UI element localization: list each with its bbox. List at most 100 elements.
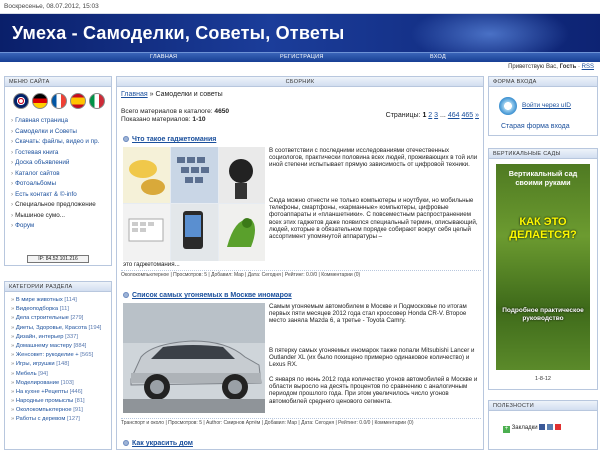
article-link-3[interactable]: Как украсить дом: [132, 440, 193, 447]
menu-item[interactable]: › Есть контакт & ©-info: [11, 191, 111, 202]
menu-item-label[interactable]: Мышиное сумо...: [15, 212, 65, 219]
menu-bullet-icon: ›: [11, 211, 14, 219]
menu-item[interactable]: › Форум: [11, 222, 111, 233]
category-item[interactable]: » Диеты, Здоровье, Красота [194]: [11, 325, 111, 334]
menu-item-label[interactable]: Специальное предложение: [15, 201, 96, 208]
article-text-1b: Сюда можно отнести не только компьютеры …: [269, 197, 478, 241]
category-label[interactable]: На кухне +Рецепты: [16, 389, 68, 395]
category-label[interactable]: Мебель: [16, 371, 37, 377]
vertical-garden-ad-banner[interactable]: Вертикальный сад своими руками КАК ЭТО Д…: [496, 164, 590, 370]
flag-en-icon[interactable]: [13, 93, 29, 109]
menu-item[interactable]: › Гостевая книга: [11, 149, 111, 160]
menu-bullet-icon: ›: [11, 180, 14, 187]
article-link-1[interactable]: Что такое гаджетомания: [132, 136, 216, 143]
category-item[interactable]: » Мебель [94]: [11, 371, 111, 380]
menu-item-label[interactable]: Фотоальбомы: [15, 180, 56, 187]
category-label[interactable]: Дела строительные: [16, 315, 69, 321]
category-label[interactable]: Видеоподборка: [16, 306, 58, 312]
menu-item[interactable]: › Главная страница: [11, 117, 111, 128]
category-item[interactable]: » Околокомпьютерное [91]: [11, 407, 111, 416]
vertical-gardens-title: ВЕРТИКАЛЬНЫЕ САДЫ: [489, 149, 597, 159]
category-label[interactable]: Женсовет: рукоделие +: [16, 352, 79, 358]
nav-home[interactable]: ГЛАВНАЯ: [150, 54, 177, 60]
category-item[interactable]: » Домашнему мастеру [884]: [11, 343, 111, 352]
guest-name: Гость: [559, 64, 577, 70]
nav-register[interactable]: РЕГИСТРАЦИЯ: [280, 54, 324, 60]
category-label[interactable]: В мире животных: [16, 297, 63, 303]
menu-item[interactable]: › Каталог сайтов: [11, 170, 111, 181]
category-item[interactable]: » На кухне +Рецепты [446]: [11, 389, 111, 398]
old-login-link[interactable]: Старая форма входа: [501, 123, 570, 130]
menu-bullet-icon: ›: [11, 138, 14, 145]
article-meta-2: Транспорт и около | Просмотров: 5 | Auth…: [121, 418, 481, 426]
page-1: 1: [422, 112, 427, 119]
category-label[interactable]: Игры, игрушки: [16, 361, 55, 367]
category-label[interactable]: Дизайн, интерьер: [16, 334, 64, 340]
ad-question: КАК ЭТО ДЕЛАЕТСЯ?: [509, 216, 577, 241]
car-image[interactable]: [123, 303, 265, 413]
uid-login-link[interactable]: Войти через uID: [522, 102, 571, 109]
flag-de-icon[interactable]: [32, 93, 48, 109]
rss-link[interactable]: RSS: [582, 64, 594, 70]
menu-item[interactable]: › Мышиное сумо...: [11, 212, 111, 223]
vk-icon[interactable]: [546, 424, 553, 430]
page-465[interactable]: 465: [461, 112, 473, 119]
menu-item-label[interactable]: Есть контакт & ©-info: [15, 191, 77, 198]
menu-bullet-icon: ›: [11, 159, 14, 166]
category-item[interactable]: » Моделирование [103]: [11, 380, 111, 389]
breadcrumb-home[interactable]: Главная: [121, 91, 148, 98]
category-item[interactable]: » Игры, игрушки [148]: [11, 361, 111, 370]
menu-item-label[interactable]: Форум: [15, 222, 34, 229]
menu-item-label[interactable]: Скачать: файлы, видео и пр.: [15, 138, 99, 145]
facebook-icon[interactable]: [539, 424, 546, 430]
flag-es-icon[interactable]: [70, 93, 86, 109]
category-label[interactable]: Работы с деревом: [16, 416, 66, 422]
menu-item[interactable]: › Доска объявлений: [11, 159, 111, 170]
page-3[interactable]: 3: [434, 112, 438, 119]
menu-item-label[interactable]: Каталог сайтов: [15, 170, 59, 177]
menu-item-label[interactable]: Гостевая книга: [15, 149, 58, 156]
category-label[interactable]: Моделирование: [16, 380, 59, 386]
menu-item[interactable]: › Самоделки и Советы: [11, 128, 111, 139]
menu-item-label[interactable]: Доска объявлений: [15, 159, 69, 166]
menu-item[interactable]: › Фотоальбомы: [11, 180, 111, 191]
flag-it-icon[interactable]: [89, 93, 105, 109]
menu-item[interactable]: › Специальное предложение: [11, 201, 111, 212]
article-link-2[interactable]: Список самых угоняемых в Москве иномарок: [132, 292, 292, 299]
menu-bullet-icon: ›: [11, 201, 14, 208]
nav-login[interactable]: ВХОД: [430, 54, 446, 60]
page-next[interactable]: »: [475, 112, 479, 119]
category-item[interactable]: » Дизайн, интерьер [337]: [11, 334, 111, 343]
bookmarks-row[interactable]: + Закладки: [503, 424, 561, 433]
page-2[interactable]: 2: [428, 112, 432, 119]
category-label[interactable]: Диеты, Здоровье, Красота: [16, 325, 87, 331]
pagination: Страницы: 1 2 3 ... 464 465 »: [386, 112, 479, 119]
shown-label: Показано материалов:: [121, 116, 191, 123]
gadget-collage-image[interactable]: [123, 147, 265, 261]
category-count: [194]: [88, 324, 102, 331]
greeting-text: Приветствую Вас, Гость · RSS: [508, 64, 594, 70]
site-title[interactable]: Умеха - Самоделки, Советы, Ответы: [12, 23, 344, 44]
category-item[interactable]: » Народные промыслы [81]: [11, 398, 111, 407]
categories-list: » В мире животных [114]» Видеоподборка […: [11, 297, 111, 426]
category-count: [148]: [56, 361, 70, 368]
category-label[interactable]: Домашнему мастеру: [16, 343, 72, 349]
categories-title: КАТЕГОРИИ РАЗДЕЛА: [5, 282, 111, 292]
page-464[interactable]: 464: [448, 112, 460, 119]
category-item[interactable]: » Работы с деревом [127]: [11, 416, 111, 425]
category-item[interactable]: » Женсовет: рукоделие + [565]: [11, 352, 111, 361]
bookmark-service-icon[interactable]: [554, 424, 561, 430]
menu-item[interactable]: › Скачать: файлы, видео и пр.: [11, 138, 111, 149]
flag-fr-icon[interactable]: [51, 93, 67, 109]
content-title: СБОРНИК: [117, 77, 483, 87]
category-label[interactable]: Народные промыслы: [16, 398, 74, 404]
category-item[interactable]: » Дела строительные [279]: [11, 315, 111, 324]
category-item[interactable]: » В мире животных [114]: [11, 297, 111, 306]
category-count: [114]: [64, 297, 77, 303]
category-label[interactable]: Околокомпьютерное: [16, 407, 72, 413]
menu-item-label[interactable]: Главная страница: [15, 117, 68, 124]
menu-item-label[interactable]: Самоделки и Советы: [15, 128, 77, 135]
category-item[interactable]: » Видеоподборка [11]: [11, 306, 111, 315]
article-text-2a: Самым угоняемым автомобилем в Москве и П…: [269, 303, 467, 325]
pages-label: Страницы:: [385, 112, 421, 119]
